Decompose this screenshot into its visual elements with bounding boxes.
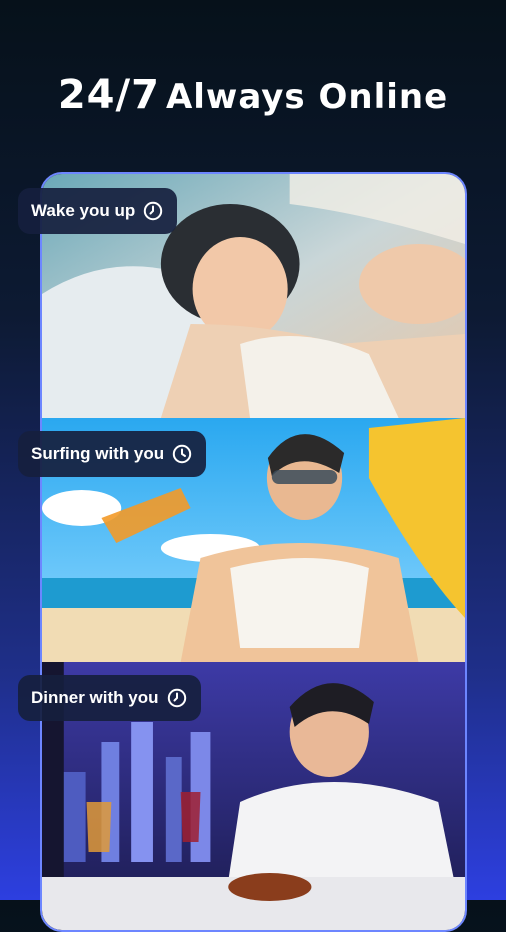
title-text: Always Online <box>165 77 449 117</box>
scene-card-frame <box>40 172 467 932</box>
scene-chip-surfing: Surfing with you <box>18 431 207 477</box>
clock-icon <box>167 688 187 708</box>
scene-chip-wake-up: Wake you up <box>18 188 178 234</box>
page-title: 24/7 Always Online <box>0 72 506 118</box>
scene-chip-label: Surfing with you <box>31 444 165 463</box>
scene-chip-dinner: Dinner with you <box>18 675 201 721</box>
scene-chip-label: Wake you up <box>31 201 136 220</box>
clock-icon <box>143 201 163 221</box>
title-number: 24/7 <box>57 72 160 118</box>
clock-icon <box>172 444 192 464</box>
scene-chip-label: Dinner with you <box>31 688 159 707</box>
